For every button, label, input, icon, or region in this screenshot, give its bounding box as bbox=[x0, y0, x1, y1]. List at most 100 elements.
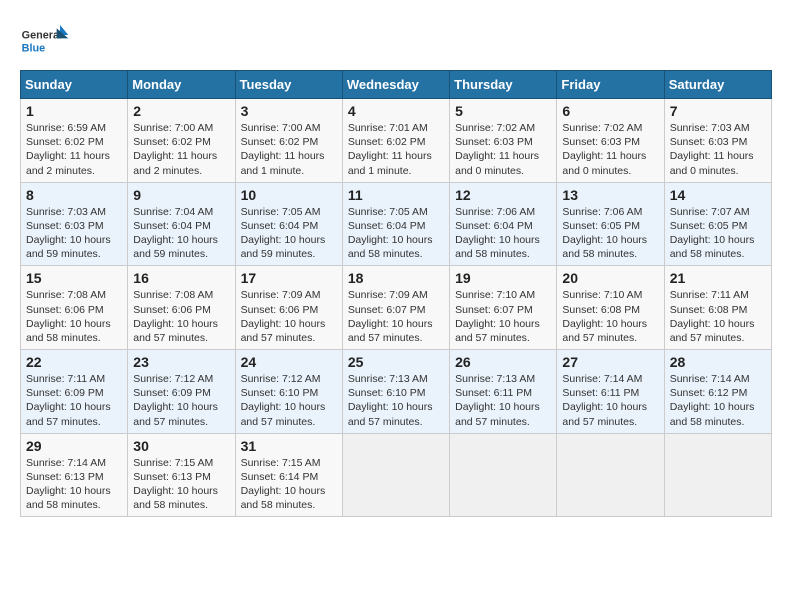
calendar-cell: 3 Sunrise: 7:00 AM Sunset: 6:02 PM Daylig… bbox=[235, 99, 342, 183]
calendar-cell: 23 Sunrise: 7:12 AM Sunset: 6:09 PM Dayli… bbox=[128, 350, 235, 434]
calendar-week-5: 29Sunrise: 7:14 AM Sunset: 6:13 PM Dayli… bbox=[21, 433, 772, 517]
day-info: Sunrise: 7:03 AM Sunset: 6:03 PM Dayligh… bbox=[26, 205, 122, 262]
calendar-cell: 31 Sunrise: 7:15 AM Sunset: 6:14 PM Dayli… bbox=[235, 433, 342, 517]
day-number: 22 bbox=[26, 354, 122, 370]
page-header: General Blue bbox=[20, 20, 772, 60]
calendar-cell bbox=[664, 433, 771, 517]
day-number: 20 bbox=[562, 270, 658, 286]
day-number: 7 bbox=[670, 103, 766, 119]
day-number: 12 bbox=[455, 187, 551, 203]
day-number: 17 bbox=[241, 270, 337, 286]
day-number: 31 bbox=[241, 438, 337, 454]
calendar-cell: 19Sunrise: 7:10 AM Sunset: 6:07 PM Dayli… bbox=[450, 266, 557, 350]
calendar-cell: 17 Sunrise: 7:09 AM Sunset: 6:06 PM Dayli… bbox=[235, 266, 342, 350]
calendar-cell: 9 Sunrise: 7:04 AM Sunset: 6:04 PM Daylig… bbox=[128, 182, 235, 266]
day-info: Sunrise: 7:14 AM Sunset: 6:11 PM Dayligh… bbox=[562, 372, 658, 429]
day-number: 23 bbox=[133, 354, 229, 370]
calendar-cell: 26Sunrise: 7:13 AM Sunset: 6:11 PM Dayli… bbox=[450, 350, 557, 434]
weekday-header-wednesday: Wednesday bbox=[342, 71, 449, 99]
day-info: Sunrise: 7:13 AM Sunset: 6:10 PM Dayligh… bbox=[348, 372, 444, 429]
day-number: 11 bbox=[348, 187, 444, 203]
day-info: Sunrise: 7:06 AM Sunset: 6:05 PM Dayligh… bbox=[562, 205, 658, 262]
weekday-header-monday: Monday bbox=[128, 71, 235, 99]
calendar-cell: 21 Sunrise: 7:11 AM Sunset: 6:08 PM Dayli… bbox=[664, 266, 771, 350]
day-number: 16 bbox=[133, 270, 229, 286]
calendar-header: SundayMondayTuesdayWednesdayThursdayFrid… bbox=[21, 71, 772, 99]
calendar-cell: 11 Sunrise: 7:05 AM Sunset: 6:04 PM Dayli… bbox=[342, 182, 449, 266]
calendar-body: 1Sunrise: 6:59 AM Sunset: 6:02 PM Daylig… bbox=[21, 99, 772, 517]
day-number: 3 bbox=[241, 103, 337, 119]
day-info: Sunrise: 7:00 AM Sunset: 6:02 PM Dayligh… bbox=[241, 121, 337, 178]
calendar-table: SundayMondayTuesdayWednesdayThursdayFrid… bbox=[20, 70, 772, 517]
calendar-cell: 14 Sunrise: 7:07 AM Sunset: 6:05 PM Dayli… bbox=[664, 182, 771, 266]
day-info: Sunrise: 7:14 AM Sunset: 6:12 PM Dayligh… bbox=[670, 372, 766, 429]
day-info: Sunrise: 7:07 AM Sunset: 6:05 PM Dayligh… bbox=[670, 205, 766, 262]
day-info: Sunrise: 7:15 AM Sunset: 6:13 PM Dayligh… bbox=[133, 456, 229, 513]
calendar-cell: 29Sunrise: 7:14 AM Sunset: 6:13 PM Dayli… bbox=[21, 433, 128, 517]
weekday-header-saturday: Saturday bbox=[664, 71, 771, 99]
day-info: Sunrise: 7:15 AM Sunset: 6:14 PM Dayligh… bbox=[241, 456, 337, 513]
day-info: Sunrise: 7:00 AM Sunset: 6:02 PM Dayligh… bbox=[133, 121, 229, 178]
weekday-header-sunday: Sunday bbox=[21, 71, 128, 99]
calendar-cell: 13 Sunrise: 7:06 AM Sunset: 6:05 PM Dayli… bbox=[557, 182, 664, 266]
day-number: 10 bbox=[241, 187, 337, 203]
day-info: Sunrise: 7:12 AM Sunset: 6:10 PM Dayligh… bbox=[241, 372, 337, 429]
calendar-cell: 27 Sunrise: 7:14 AM Sunset: 6:11 PM Dayli… bbox=[557, 350, 664, 434]
day-number: 6 bbox=[562, 103, 658, 119]
day-number: 26 bbox=[455, 354, 551, 370]
day-info: Sunrise: 7:06 AM Sunset: 6:04 PM Dayligh… bbox=[455, 205, 551, 262]
day-info: Sunrise: 7:11 AM Sunset: 6:08 PM Dayligh… bbox=[670, 288, 766, 345]
day-info: Sunrise: 7:08 AM Sunset: 6:06 PM Dayligh… bbox=[26, 288, 122, 345]
day-info: Sunrise: 7:05 AM Sunset: 6:04 PM Dayligh… bbox=[241, 205, 337, 262]
day-number: 5 bbox=[455, 103, 551, 119]
calendar-cell: 28Sunrise: 7:14 AM Sunset: 6:12 PM Dayli… bbox=[664, 350, 771, 434]
day-info: Sunrise: 7:09 AM Sunset: 6:07 PM Dayligh… bbox=[348, 288, 444, 345]
weekday-header-thursday: Thursday bbox=[450, 71, 557, 99]
calendar-week-4: 22 Sunrise: 7:11 AM Sunset: 6:09 PM Dayli… bbox=[21, 350, 772, 434]
day-number: 21 bbox=[670, 270, 766, 286]
weekday-header-friday: Friday bbox=[557, 71, 664, 99]
day-number: 24 bbox=[241, 354, 337, 370]
day-number: 29 bbox=[26, 438, 122, 454]
day-number: 2 bbox=[133, 103, 229, 119]
day-info: Sunrise: 7:04 AM Sunset: 6:04 PM Dayligh… bbox=[133, 205, 229, 262]
day-number: 13 bbox=[562, 187, 658, 203]
calendar-cell: 30Sunrise: 7:15 AM Sunset: 6:13 PM Dayli… bbox=[128, 433, 235, 517]
calendar-cell: 22 Sunrise: 7:11 AM Sunset: 6:09 PM Dayli… bbox=[21, 350, 128, 434]
day-number: 4 bbox=[348, 103, 444, 119]
calendar-cell: 15 Sunrise: 7:08 AM Sunset: 6:06 PM Dayli… bbox=[21, 266, 128, 350]
day-number: 1 bbox=[26, 103, 122, 119]
day-info: Sunrise: 7:09 AM Sunset: 6:06 PM Dayligh… bbox=[241, 288, 337, 345]
day-number: 9 bbox=[133, 187, 229, 203]
weekday-header-tuesday: Tuesday bbox=[235, 71, 342, 99]
day-number: 15 bbox=[26, 270, 122, 286]
calendar-week-3: 15 Sunrise: 7:08 AM Sunset: 6:06 PM Dayli… bbox=[21, 266, 772, 350]
calendar-cell: 1Sunrise: 6:59 AM Sunset: 6:02 PM Daylig… bbox=[21, 99, 128, 183]
calendar-cell: 2 Sunrise: 7:00 AM Sunset: 6:02 PM Daylig… bbox=[128, 99, 235, 183]
calendar-cell: 12 Sunrise: 7:06 AM Sunset: 6:04 PM Dayli… bbox=[450, 182, 557, 266]
day-info: Sunrise: 7:12 AM Sunset: 6:09 PM Dayligh… bbox=[133, 372, 229, 429]
calendar-cell: 7 Sunrise: 7:03 AM Sunset: 6:03 PM Daylig… bbox=[664, 99, 771, 183]
day-info: Sunrise: 7:08 AM Sunset: 6:06 PM Dayligh… bbox=[133, 288, 229, 345]
calendar-cell: 24 Sunrise: 7:12 AM Sunset: 6:10 PM Dayli… bbox=[235, 350, 342, 434]
svg-text:Blue: Blue bbox=[22, 43, 45, 55]
calendar-cell: 4Sunrise: 7:01 AM Sunset: 6:02 PM Daylig… bbox=[342, 99, 449, 183]
day-info: Sunrise: 7:05 AM Sunset: 6:04 PM Dayligh… bbox=[348, 205, 444, 262]
day-info: Sunrise: 7:02 AM Sunset: 6:03 PM Dayligh… bbox=[455, 121, 551, 178]
calendar-cell bbox=[450, 433, 557, 517]
day-number: 27 bbox=[562, 354, 658, 370]
day-number: 14 bbox=[670, 187, 766, 203]
calendar-cell: 16 Sunrise: 7:08 AM Sunset: 6:06 PM Dayli… bbox=[128, 266, 235, 350]
calendar-cell: 8Sunrise: 7:03 AM Sunset: 6:03 PM Daylig… bbox=[21, 182, 128, 266]
calendar-cell: 5 Sunrise: 7:02 AM Sunset: 6:03 PM Daylig… bbox=[450, 99, 557, 183]
day-number: 19 bbox=[455, 270, 551, 286]
day-info: Sunrise: 7:03 AM Sunset: 6:03 PM Dayligh… bbox=[670, 121, 766, 178]
day-info: Sunrise: 7:11 AM Sunset: 6:09 PM Dayligh… bbox=[26, 372, 122, 429]
calendar-week-1: 1Sunrise: 6:59 AM Sunset: 6:02 PM Daylig… bbox=[21, 99, 772, 183]
calendar-cell: 10 Sunrise: 7:05 AM Sunset: 6:04 PM Dayli… bbox=[235, 182, 342, 266]
calendar-cell bbox=[557, 433, 664, 517]
svg-text:General: General bbox=[22, 29, 62, 41]
day-number: 25 bbox=[348, 354, 444, 370]
logo: General Blue bbox=[20, 20, 75, 60]
day-number: 18 bbox=[348, 270, 444, 286]
